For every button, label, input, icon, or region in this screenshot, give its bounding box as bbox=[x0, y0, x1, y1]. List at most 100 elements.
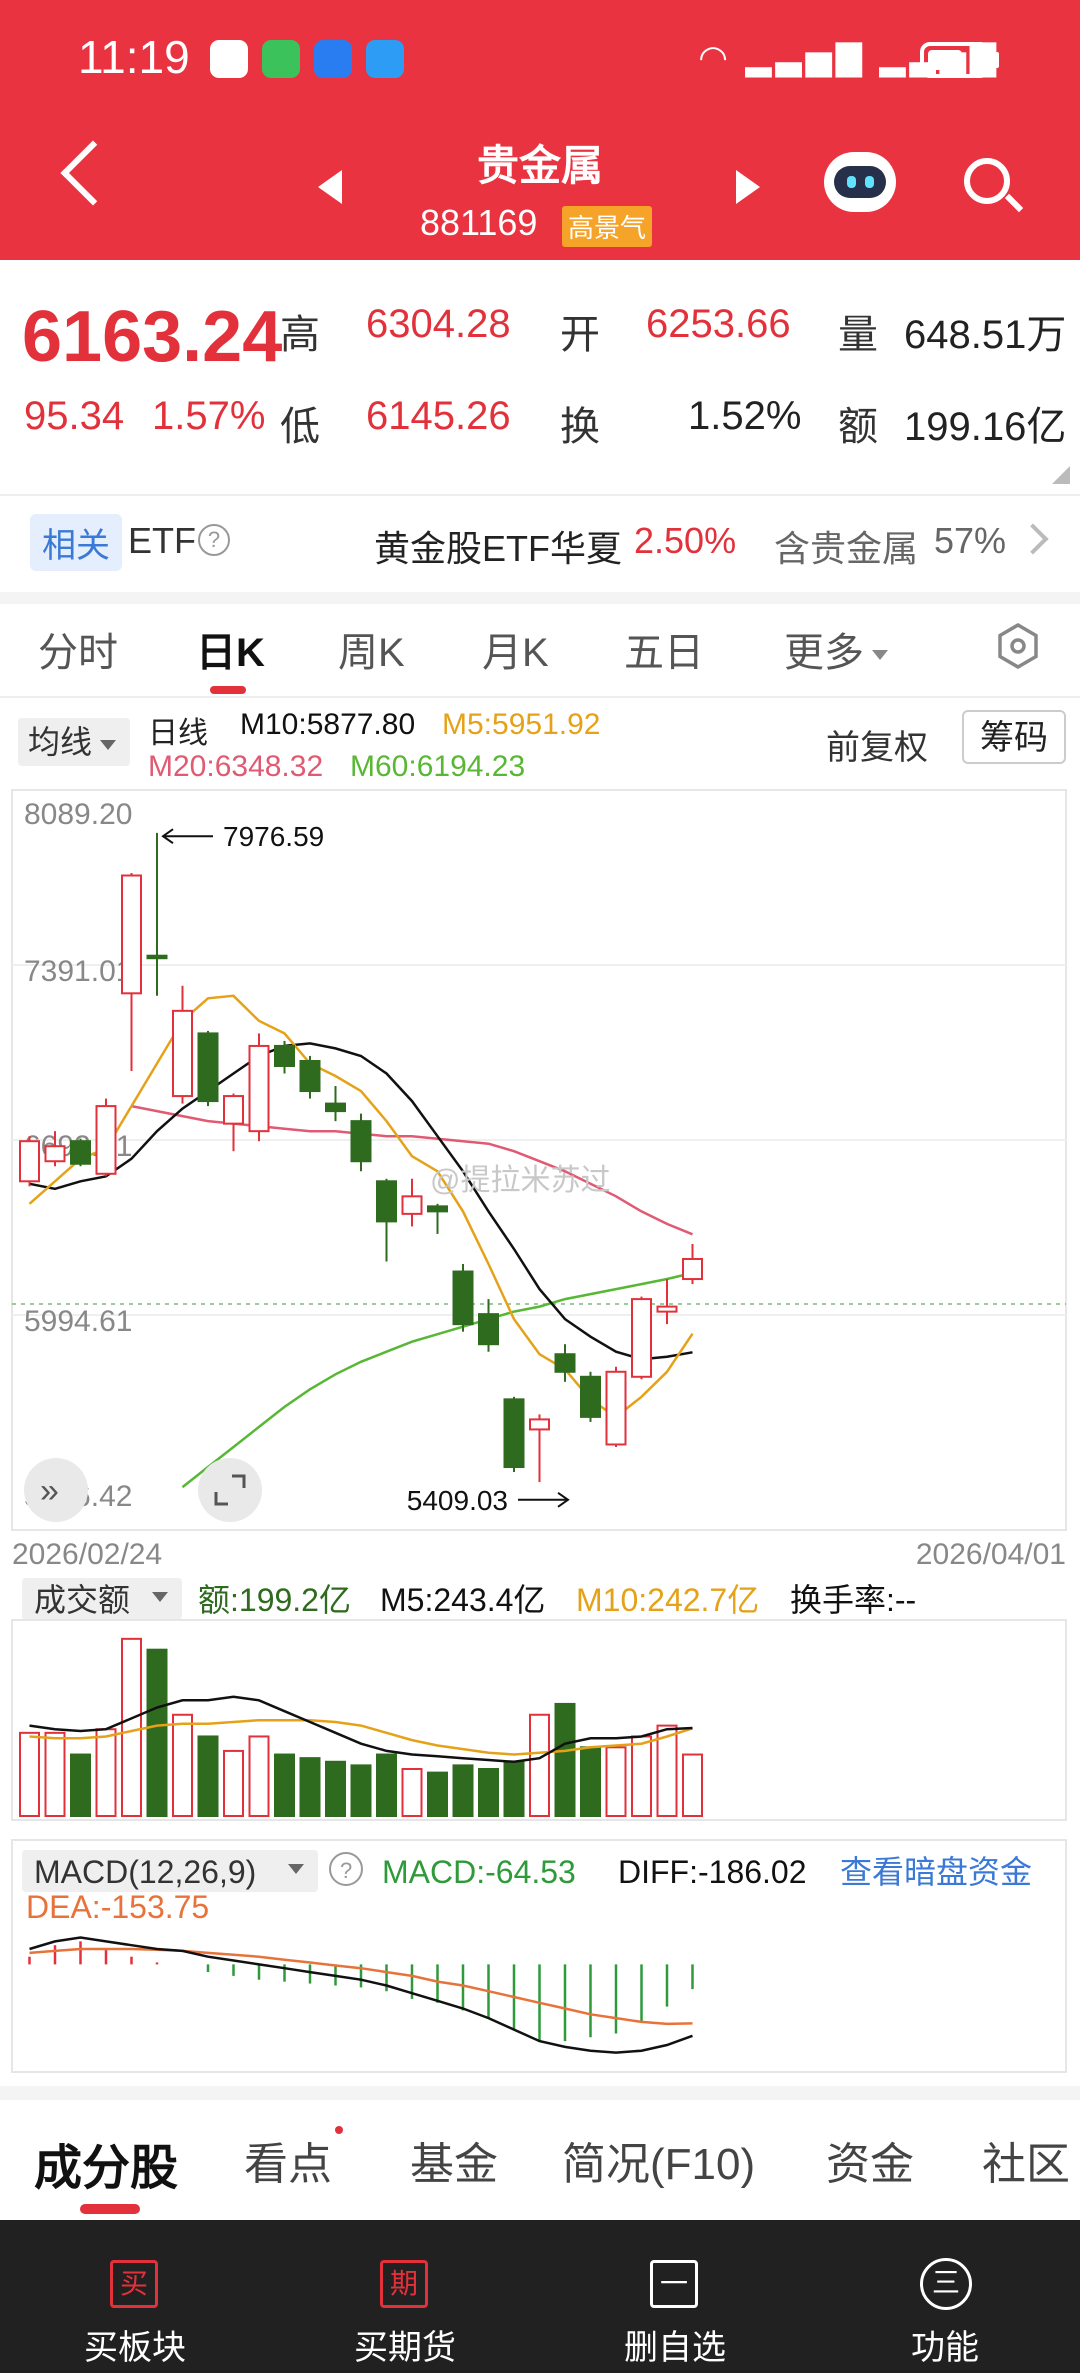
price-tick-label: 8089.20 bbox=[24, 798, 132, 831]
price-tick-label: 5994.61 bbox=[24, 1305, 132, 1338]
divider bbox=[0, 696, 1080, 698]
tab-weekly-k[interactable]: 周K bbox=[338, 620, 405, 678]
candle-body-up bbox=[682, 1257, 703, 1281]
volume-bar-up bbox=[682, 1753, 703, 1817]
period-label: 日线 bbox=[148, 717, 208, 750]
volume-bar-down bbox=[580, 1746, 601, 1817]
menu-circle-icon: 三 bbox=[920, 2258, 972, 2310]
chevron-right-icon[interactable] bbox=[1017, 523, 1049, 555]
volume-bar-up bbox=[19, 1731, 40, 1817]
candle bbox=[70, 1138, 91, 1167]
open-value: 6253.66 bbox=[646, 302, 791, 346]
bottom-toolbar: 买 买板块 期 买期货 一 删自选 三 功能 bbox=[0, 2220, 1080, 2373]
volume-bar-down bbox=[376, 1753, 397, 1817]
candle bbox=[325, 1086, 346, 1122]
tab-five-day[interactable]: 五日 bbox=[624, 620, 704, 678]
volume-bar-down bbox=[70, 1753, 91, 1817]
macd-lines bbox=[29, 1936, 693, 2054]
x-axis-end-label: 2026/04/01 bbox=[916, 1538, 1066, 1571]
candle bbox=[401, 1178, 423, 1227]
buy-sector-button[interactable]: 买 买板块 bbox=[0, 2220, 270, 2373]
m60-label: M60:6194.23 bbox=[350, 750, 526, 783]
candle-body-down bbox=[350, 1120, 372, 1163]
volume-bar-up bbox=[223, 1749, 244, 1818]
ma-selector-button[interactable]: 均线 bbox=[18, 718, 130, 766]
etf-fund-change: 2.50% bbox=[634, 520, 737, 561]
volume-bar-down bbox=[197, 1735, 219, 1818]
tab-monthly-k[interactable]: 月K bbox=[482, 620, 549, 678]
current-price: 6163.24 bbox=[22, 297, 283, 377]
tab-daily-k[interactable]: 日K bbox=[196, 620, 265, 678]
macd-title: MACD(12,26,9) bbox=[34, 1854, 256, 1890]
tab-more[interactable]: 更多 bbox=[784, 620, 888, 678]
ma-selector-label: 均线 bbox=[28, 724, 93, 760]
expand-corner-icon[interactable] bbox=[1052, 466, 1070, 484]
next-sector-icon[interactable] bbox=[736, 170, 760, 204]
candle-body-down bbox=[580, 1375, 601, 1418]
tab-capital[interactable]: 资金 bbox=[826, 2128, 914, 2192]
candle bbox=[274, 1040, 295, 1074]
dark-pool-link[interactable]: 查看暗盘资金 bbox=[840, 1854, 1032, 1890]
open-label: 开 bbox=[560, 313, 600, 357]
functions-button[interactable]: 三 功能 bbox=[810, 2220, 1080, 2373]
divider bbox=[0, 494, 1080, 496]
status-time: 11:19 bbox=[78, 31, 190, 83]
candle-body-down bbox=[146, 954, 168, 960]
tab-intraday[interactable]: 分时 bbox=[38, 620, 118, 678]
candle-body-down bbox=[70, 1140, 91, 1165]
turnover-label: 换 bbox=[560, 405, 600, 449]
candle bbox=[656, 1279, 678, 1325]
minus-box-icon: 一 bbox=[650, 2260, 698, 2308]
candle-body-down bbox=[478, 1313, 499, 1346]
volume-bar-up bbox=[401, 1768, 423, 1817]
etf-fund-name[interactable]: 黄金股ETF华夏 bbox=[374, 520, 622, 572]
volume-bar-up bbox=[44, 1731, 66, 1817]
candle-body-down bbox=[503, 1398, 525, 1469]
volume-bar-up bbox=[172, 1713, 193, 1817]
candle-body-down bbox=[299, 1059, 321, 1093]
tab-community[interactable]: 社区 bbox=[982, 2128, 1080, 2192]
candle-body-down bbox=[452, 1270, 474, 1326]
volume-bar-up bbox=[631, 1735, 652, 1818]
assistant-robot-icon[interactable] bbox=[824, 152, 896, 212]
fullscreen-button[interactable] bbox=[198, 1458, 262, 1522]
qq-app-icon bbox=[210, 40, 248, 78]
m10-label: M10:5877.80 bbox=[240, 708, 416, 741]
candle-body-up bbox=[172, 1009, 193, 1098]
futures-icon: 期 bbox=[380, 2260, 428, 2308]
watermark: @提拉米苏过 bbox=[430, 1164, 610, 1197]
kline-chart-area[interactable]: 8089.207391.016692.815994.615296.42 7976… bbox=[0, 780, 1080, 2080]
candle bbox=[19, 1136, 40, 1187]
candle bbox=[503, 1396, 525, 1473]
settings-hexagon-icon[interactable] bbox=[994, 622, 1042, 670]
candle-body-up bbox=[19, 1140, 40, 1183]
active-tab-indicator bbox=[80, 2204, 140, 2214]
help-icon[interactable]: ? bbox=[198, 524, 230, 556]
volume-bar-up bbox=[529, 1713, 550, 1817]
buy-futures-button[interactable]: 期 买期货 bbox=[270, 2220, 540, 2373]
dea-value-label: DEA:-153.75 bbox=[26, 1889, 209, 1925]
tab-highlights[interactable]: 看点 bbox=[244, 2128, 332, 2192]
adjust-mode-button[interactable]: 前复权 bbox=[826, 720, 928, 769]
candle-body-down bbox=[274, 1044, 295, 1067]
search-icon[interactable] bbox=[964, 158, 1010, 204]
chips-button[interactable]: 筹码 bbox=[962, 710, 1066, 764]
low-label: 低 bbox=[280, 405, 320, 449]
tab-overview-f10[interactable]: 简况(F10) bbox=[562, 2128, 755, 2192]
dropdown-icon bbox=[100, 739, 117, 750]
tab-constituents[interactable]: 成分股 bbox=[34, 2128, 178, 2198]
volume-bar-down bbox=[274, 1753, 295, 1817]
candle bbox=[350, 1113, 372, 1172]
m20-label: M20:6348.32 bbox=[148, 750, 324, 783]
diff-value-label: DIFF:-186.02 bbox=[618, 1854, 807, 1890]
candle bbox=[197, 1030, 219, 1107]
candle-body-up bbox=[44, 1145, 66, 1163]
tab-funds[interactable]: 基金 bbox=[410, 2128, 498, 2192]
candle bbox=[631, 1296, 652, 1380]
remove-watchlist-label: 删自选 bbox=[624, 2329, 726, 2367]
search-icon-handle bbox=[1004, 193, 1024, 213]
candle bbox=[376, 1178, 397, 1262]
active-tab-indicator bbox=[210, 686, 246, 694]
candle-body-up bbox=[656, 1305, 678, 1313]
remove-watchlist-button[interactable]: 一 删自选 bbox=[540, 2220, 810, 2373]
